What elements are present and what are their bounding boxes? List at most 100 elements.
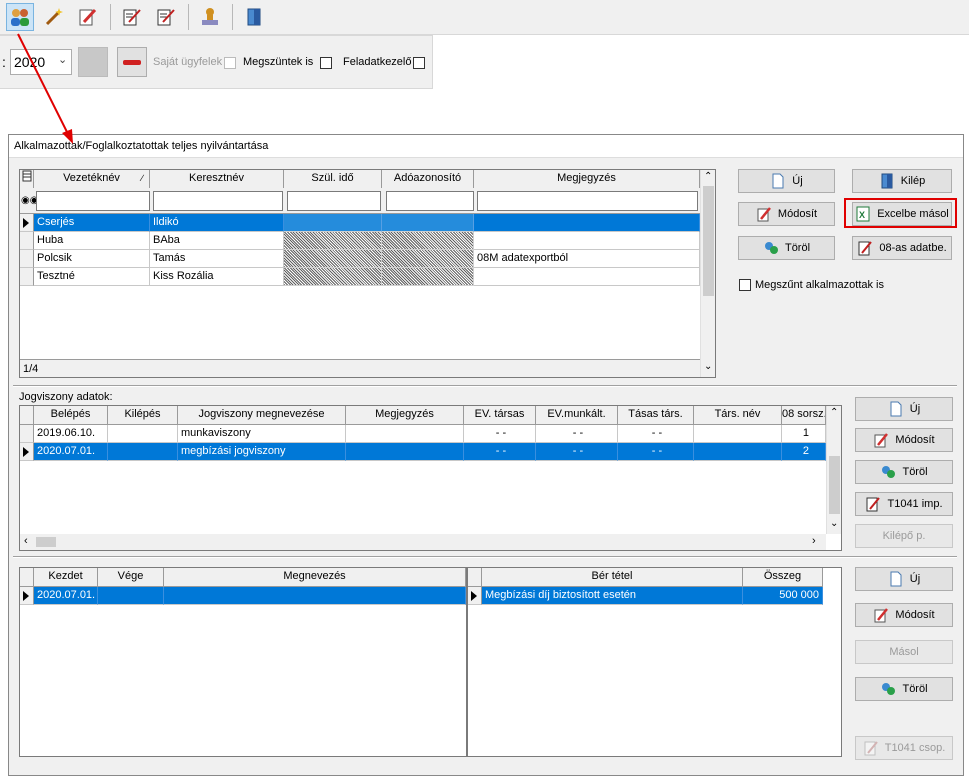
svg-text:X: X [859,210,865,220]
col-header-sorsz[interactable]: 08 sorsz. [782,406,826,424]
cell-note [474,214,700,232]
bottom-delete-button[interactable]: Töröl [855,677,953,701]
legal-hscrollbar[interactable]: ‹ › [20,534,826,550]
closed-employees-checkbox[interactable] [739,279,751,291]
edit-icon [873,432,889,448]
cell-lastname: Tesztné [34,268,150,286]
cell-birthdate-redacted [284,232,382,250]
table-row[interactable]: 2020.07.01. megbízási jogviszony - - - -… [20,443,826,461]
grid-settings-icon[interactable] [20,170,34,188]
col-header-end[interactable]: Vége [98,568,164,586]
divider [13,556,957,558]
col-header-note[interactable]: Megjegyzés [474,170,700,188]
cell-lastname: Huba [34,232,150,250]
employee-register-window: Alkalmazottak/Foglalkoztatottak teljes n… [8,134,964,776]
new-employee-button[interactable]: Új [738,169,835,193]
chevron-up-icon: ⌃ [704,171,713,182]
filter-birthdate-input[interactable] [287,191,381,211]
recycle-icon [880,464,896,480]
cell-birthdate-redacted [284,250,382,268]
bottom-new-button[interactable]: Új [855,567,953,591]
table-row[interactable]: Polcsik Tamás 08M adatexportból [20,250,700,268]
divider [13,385,957,387]
legal-section-label: Jogviszony adatok: [19,391,113,403]
cell-note [474,232,700,250]
col-header-firstname[interactable]: Keresztnév [150,170,284,188]
new-document-icon [888,401,904,417]
wages-grid: Bér tétel Összeg Megbízási díj biztosíto… [467,567,842,757]
cell-lastname: Cserjés [34,214,150,232]
chevron-down-icon: ⌄ [704,361,713,372]
delete-employee-button[interactable]: Töröl [738,236,835,260]
legal-grid: Belépés Kilépés Jogviszony megnevezése M… [19,405,842,551]
table-row[interactable]: Cserjés Ildikó [20,214,700,232]
table-row[interactable]: Tesztné Kiss Rozália [20,268,700,286]
record-counter-bar: 1/4 [20,359,700,377]
grid-filter-row: ◉◉ [20,188,700,214]
cell-note: 08M adatexportból [474,250,700,268]
bottom-copy-button[interactable]: Másol [855,640,953,664]
table-row[interactable]: Megbízási díj biztosított esetén 500 000 [468,587,823,605]
chevron-right-icon: › [812,535,816,547]
record-counter: 1/4 [23,363,39,375]
col-header-start[interactable]: Kezdet [34,568,98,586]
exit-button[interactable]: Kilép [852,169,952,193]
filter-lastname-input[interactable] [36,191,150,211]
modify-employee-button[interactable]: Módosít [738,202,835,226]
table-row[interactable]: 2020.07.01. [20,587,466,605]
cell-birthdate-redacted [284,214,382,232]
edit-icon [756,206,772,222]
import08-button[interactable]: 08-as adatbe. [852,236,952,260]
col-header-ev-tarsas[interactable]: EV. társas [464,406,536,424]
legal-delete-button[interactable]: Töröl [855,460,953,484]
col-header-lastname[interactable]: Vezetéknév ∕ [34,170,150,188]
t1041-import-button[interactable]: T1041 imp. [855,492,953,516]
filter-firstname-input[interactable] [153,191,283,211]
excel-export-button[interactable]: X Excelbe másol [852,202,952,226]
col-header-ev-munkalt[interactable]: EV.munkált. [536,406,618,424]
edit-icon [873,607,889,623]
cell-taxid-redacted [382,268,474,286]
col-header-taxid[interactable]: Adóazonosító [382,170,474,188]
chevron-up-icon: ⌃ [830,407,839,418]
closed-employees-label: Megszűnt alkalmazottak is [755,279,884,291]
chevron-down-icon: ⌄ [830,518,839,529]
col-header-legal-note[interactable]: Megjegyzés [346,406,464,424]
scroll-thumb [703,186,714,296]
legal-vscrollbar[interactable]: ⌃ ⌄ [826,406,841,534]
exit-paper-button[interactable]: Kilépő p. [855,524,953,548]
col-header-tarsas-tars[interactable]: Tásas társ. [618,406,694,424]
cell-birthdate-redacted [284,268,382,286]
report-icon [857,240,873,256]
bottom-modify-button[interactable]: Módosít [855,603,953,627]
filter-note-input[interactable] [477,191,698,211]
exit-door-icon [879,173,895,189]
col-header-exit[interactable]: Kilépés [108,406,178,424]
col-header-legal-type[interactable]: Jogviszony megnevezése [178,406,346,424]
table-row[interactable]: 2019.06.10. munkaviszony - - - - - - 1 [20,425,826,443]
col-header-name[interactable]: Megnevezés [164,568,466,586]
table-row[interactable]: Huba BAba [20,232,700,250]
cell-taxid-redacted [382,232,474,250]
cell-firstname: Tamás [150,250,284,268]
report-icon [865,496,881,512]
periods-grid: Kezdet Vége Megnevezés 2020.07.01. [19,567,467,757]
new-document-icon [770,173,786,189]
excel-icon: X [855,206,871,222]
col-header-birthdate[interactable]: Szül. idő [284,170,382,188]
cell-firstname: BAba [150,232,284,250]
col-header-amount[interactable]: Összeg [743,568,823,586]
cell-lastname: Polcsik [34,250,150,268]
filter-taxid-input[interactable] [386,191,474,211]
cell-taxid-redacted [382,214,474,232]
employees-vscrollbar[interactable]: ⌃ ⌄ [700,170,715,377]
legal-modify-button[interactable]: Módosít [855,428,953,452]
legal-new-button[interactable]: Új [855,397,953,421]
col-header-wage-item[interactable]: Bér tétel [482,568,743,586]
col-header-entry[interactable]: Belépés [34,406,108,424]
recycle-icon [763,240,779,256]
annotation-arrow [17,33,73,144]
col-header-tars-nev[interactable]: Társ. név [694,406,782,424]
t1041-group-button[interactable]: T1041 csop. [855,736,953,760]
report-icon [863,740,879,756]
